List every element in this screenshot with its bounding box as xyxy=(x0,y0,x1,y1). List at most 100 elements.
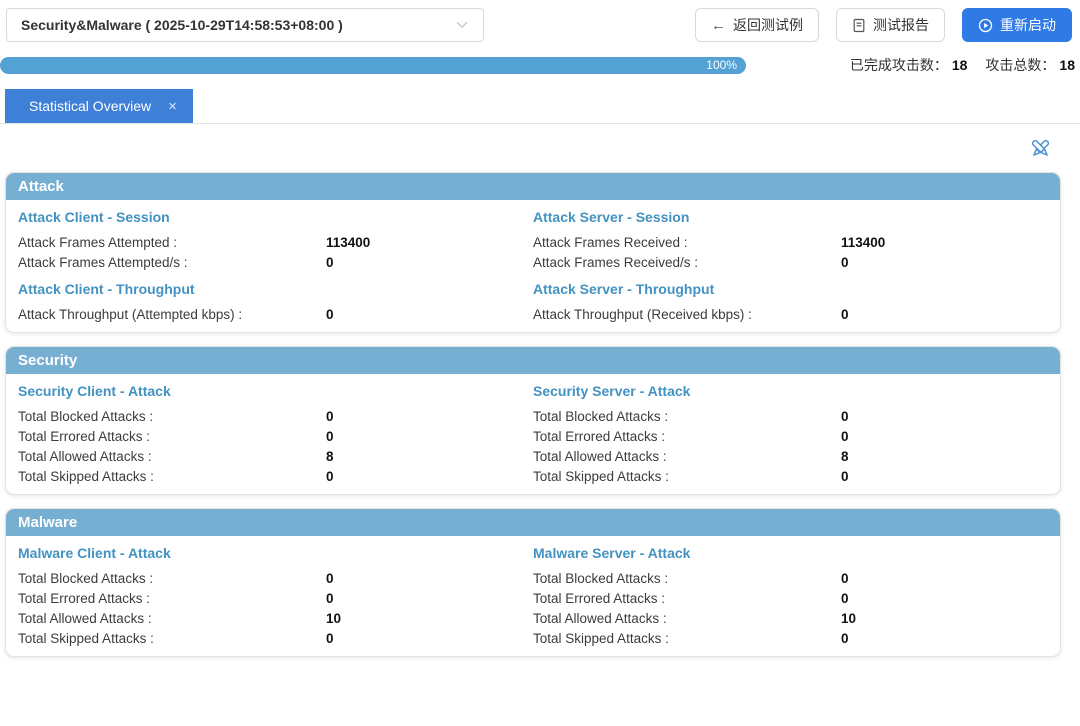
stat-value: 0 xyxy=(841,631,849,646)
stat-row: Total Skipped Attacks :0 xyxy=(533,628,1048,648)
tab-statistical-overview[interactable]: Statistical Overview × xyxy=(5,89,193,123)
stat-value: 0 xyxy=(326,255,334,270)
stat-label: Total Skipped Attacks : xyxy=(533,631,841,646)
stat-value: 0 xyxy=(841,469,849,484)
panels-container: AttackAttack Client - SessionAttack Fram… xyxy=(0,172,1080,657)
stat-label: Total Blocked Attacks : xyxy=(533,571,841,586)
panel-column: Security Server - AttackTotal Blocked At… xyxy=(533,374,1048,486)
section-subtitle: Security Client - Attack xyxy=(18,383,533,399)
stat-label: Total Errored Attacks : xyxy=(533,591,841,606)
stat-value: 0 xyxy=(841,255,849,270)
panel-malware: MalwareMalware Client - AttackTotal Bloc… xyxy=(5,508,1061,657)
total-attacks-value: 18 xyxy=(1059,57,1075,73)
panel-column: Malware Client - AttackTotal Blocked Att… xyxy=(18,536,533,648)
arrow-left-icon: ← xyxy=(711,18,726,33)
stat-value: 0 xyxy=(841,307,849,322)
panel-column: Security Client - Attack Total Blocked At… xyxy=(18,374,533,486)
stat-row: Total Allowed Attacks :8 xyxy=(18,446,533,466)
stat-label: Total Blocked Attacks : xyxy=(18,409,326,424)
stat-value: 10 xyxy=(841,611,856,626)
panel-body: Attack Client - Session Attack Frames Att… xyxy=(6,200,1060,332)
stat-value: 0 xyxy=(841,591,849,606)
panel-attack: AttackAttack Client - SessionAttack Fram… xyxy=(5,172,1061,333)
panel-title: Attack xyxy=(6,173,1060,200)
completed-attacks-value: 18 xyxy=(952,57,968,73)
test-run-select[interactable]: Security&Malware ( 2025-10-29T14:58:53+0… xyxy=(6,8,484,42)
test-report-button[interactable]: 测试报告 xyxy=(836,8,945,42)
panel-columns: Security Client - AttackTotal Blocked At… xyxy=(18,374,1048,486)
stat-label: Total Blocked Attacks : xyxy=(533,409,841,424)
stat-label: Total Allowed Attacks : xyxy=(533,611,841,626)
panel-column: Attack Server - Session Attack Frames Rec… xyxy=(533,200,1048,324)
stat-row: Total Blocked Attacks :0 xyxy=(18,406,533,426)
stat-label: Total Skipped Attacks : xyxy=(18,631,326,646)
stat-label: Total Errored Attacks : xyxy=(18,429,326,444)
stat-label: Total Allowed Attacks : xyxy=(18,611,326,626)
stat-value: 113400 xyxy=(326,235,370,250)
panel-column: Attack Client - Session Attack Frames Att… xyxy=(18,200,533,324)
stat-value: 8 xyxy=(841,449,849,464)
stat-value: 0 xyxy=(326,307,334,322)
stat-row: Total Allowed Attacks :10 xyxy=(533,608,1048,628)
stat-value: 8 xyxy=(326,449,334,464)
stat-row: Total Blocked Attacks :0 xyxy=(533,406,1048,426)
back-button-label: 返回测试例 xyxy=(733,15,803,35)
stat-label: Total Allowed Attacks : xyxy=(18,449,326,464)
stat-value: 113400 xyxy=(841,235,885,250)
stat-label: Attack Frames Attempted : xyxy=(18,235,326,250)
stat-row: Total Skipped Attacks :0 xyxy=(18,628,533,648)
tab-strip: Statistical Overview × xyxy=(0,89,1080,124)
chevron-down-icon xyxy=(455,18,469,32)
play-circle-icon xyxy=(978,18,993,33)
stat-label: Total Errored Attacks : xyxy=(18,591,326,606)
report-button-label: 测试报告 xyxy=(873,15,929,35)
stat-row: Attack Throughput (Attempted kbps) :0 xyxy=(18,304,533,324)
stat-row: Attack Frames Received/s :0 xyxy=(533,252,1048,272)
tab-label: Statistical Overview xyxy=(29,98,151,114)
stat-label: Attack Throughput (Received kbps) : xyxy=(533,307,841,322)
stat-row: Attack Frames Attempted/s :0 xyxy=(18,252,533,272)
completed-attacks: 已完成攻击数：18 xyxy=(850,55,968,75)
panel-columns: Attack Client - Session Attack Frames Att… xyxy=(18,200,1048,324)
stat-value: 0 xyxy=(326,469,334,484)
stat-row: Total Skipped Attacks :0 xyxy=(533,466,1048,486)
back-to-testcase-button[interactable]: ← 返回测试例 xyxy=(695,8,819,42)
stat-label: Attack Frames Attempted/s : xyxy=(18,255,326,270)
progress-percent: 100% xyxy=(706,58,737,72)
stat-row: Attack Frames Received :113400 xyxy=(533,232,1048,252)
panel-title: Security xyxy=(6,347,1060,374)
completed-attacks-label: 已完成攻击数： xyxy=(850,57,948,73)
stat-value: 0 xyxy=(841,429,849,444)
section-subtitle: Attack Server - Session xyxy=(533,209,1048,225)
stat-row: Total Errored Attacks :0 xyxy=(533,426,1048,446)
panel-columns: Malware Client - AttackTotal Blocked Att… xyxy=(18,536,1048,648)
top-bar-buttons: ← 返回测试例 测试报告 重新启动 xyxy=(695,8,1072,42)
section-subtitle: Attack Client - Session xyxy=(18,209,533,225)
stat-label: Attack Throughput (Attempted kbps) : xyxy=(18,307,326,322)
stat-label: Attack Frames Received/s : xyxy=(533,255,841,270)
stat-label: Attack Frames Received : xyxy=(533,235,841,250)
stat-value: 0 xyxy=(841,409,849,424)
stat-row: Total Errored Attacks :0 xyxy=(18,426,533,446)
close-icon[interactable]: × xyxy=(168,99,177,114)
stat-label: Total Skipped Attacks : xyxy=(18,469,326,484)
stat-label: Total Skipped Attacks : xyxy=(533,469,841,484)
crossed-pens-icon[interactable] xyxy=(1028,136,1053,161)
restart-button[interactable]: 重新启动 xyxy=(962,8,1072,42)
stat-value: 0 xyxy=(326,409,334,424)
panel-column: Malware Server - AttackTotal Blocked Att… xyxy=(533,536,1048,648)
stat-row: Attack Throughput (Received kbps) :0 xyxy=(533,304,1048,324)
stat-value: 0 xyxy=(841,571,849,586)
section-subtitle: Attack Server - Throughput xyxy=(533,281,1048,297)
stat-label: Total Errored Attacks : xyxy=(533,429,841,444)
stat-row: Total Blocked Attacks :0 xyxy=(533,568,1048,588)
panel-title: Malware xyxy=(6,509,1060,536)
stat-row: Total Errored Attacks :0 xyxy=(533,588,1048,608)
restart-button-label: 重新启动 xyxy=(1000,15,1056,35)
stat-row: Attack Frames Attempted :113400 xyxy=(18,232,533,252)
progress-fill: 100% xyxy=(0,57,746,74)
total-attacks-label: 攻击总数： xyxy=(985,57,1055,73)
section-subtitle: Attack Client - Throughput xyxy=(18,281,533,297)
stat-value: 0 xyxy=(326,631,334,646)
panel-body: Malware Client - AttackTotal Blocked Att… xyxy=(6,536,1060,656)
